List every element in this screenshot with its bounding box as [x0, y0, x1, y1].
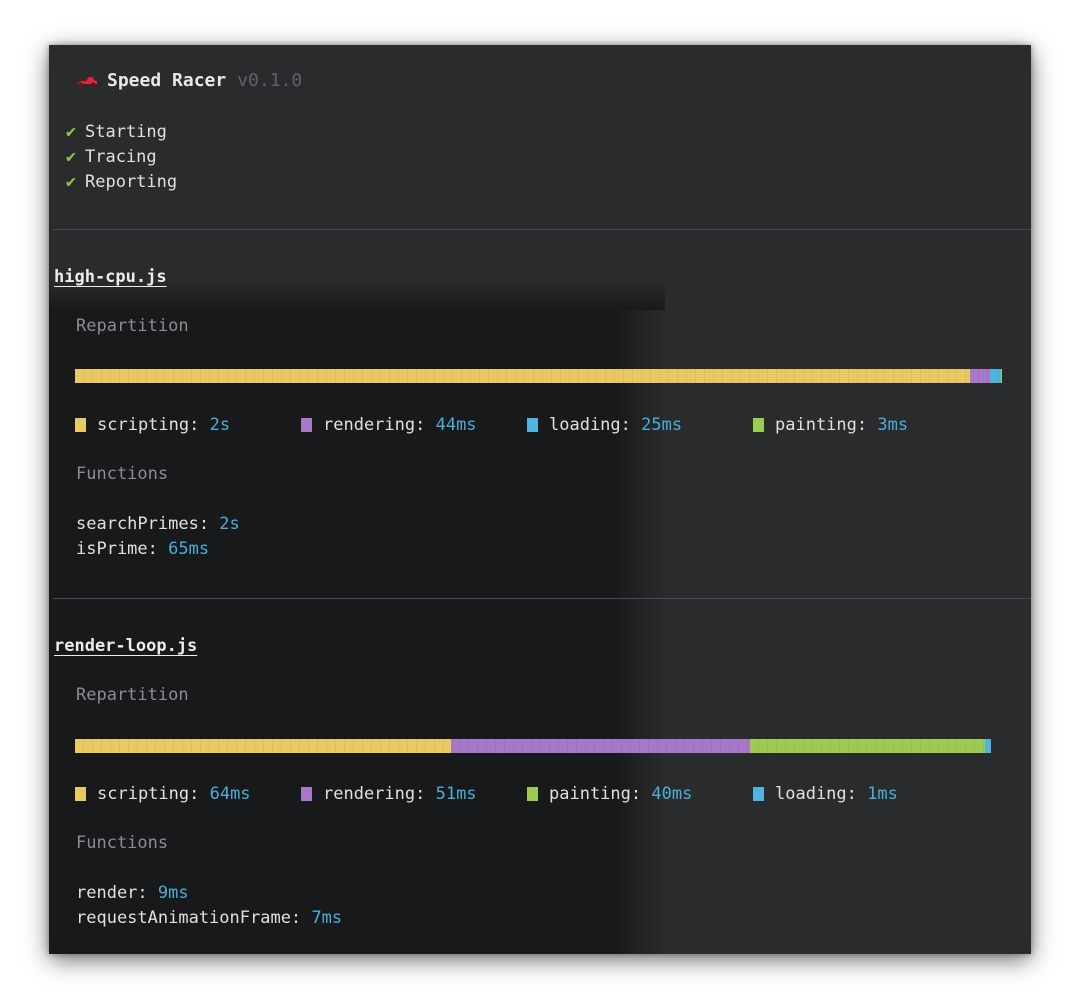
legend-label: painting: [775, 415, 878, 435]
step-item: ✔ Reporting [63, 170, 177, 195]
legend-value: 1ms [867, 784, 898, 804]
bar-segment-rendering [451, 739, 750, 753]
function-name: requestAnimationFrame: [76, 908, 312, 928]
function-row: requestAnimationFrame: 7ms [76, 906, 342, 931]
legend-value: 40ms [651, 784, 693, 804]
check-icon: ✔ [65, 172, 77, 192]
progress-steps: ✔ Starting ✔ Tracing ✔ Reporting [63, 120, 177, 195]
function-time: 7ms [311, 908, 343, 928]
function-name: searchPrimes: [76, 514, 220, 534]
function-row: render: 9ms [76, 881, 342, 906]
legend-value: 2s [209, 415, 231, 435]
legend-item-rendering: rendering: 51ms [301, 784, 527, 804]
app-version: v0.1.0 [237, 70, 303, 91]
race-car-icon [75, 73, 99, 89]
bar-segment-rendering [970, 369, 990, 383]
bar-segment-loading [990, 369, 1001, 383]
legend-swatch-icon [527, 787, 538, 801]
function-row: isPrime: 65ms [76, 537, 240, 562]
bar-segment-painting [750, 739, 985, 753]
section-divider [53, 229, 1031, 230]
legend-label: scripting: [97, 784, 210, 804]
function-name: render: [76, 883, 158, 903]
bar-segment-painting [1001, 369, 1002, 383]
section-divider [53, 598, 1031, 599]
legend-item-scripting: scripting: 64ms [75, 784, 301, 804]
function-row: searchPrimes: 2s [76, 512, 240, 537]
report-file-title: render-loop.js [54, 636, 198, 656]
step-label: Starting [85, 122, 167, 142]
function-time: 65ms [168, 539, 210, 559]
legend-swatch-icon [75, 418, 86, 432]
legend-label: rendering: [323, 784, 436, 804]
repartition-bar [75, 369, 1002, 383]
functions-list: searchPrimes: 2s isPrime: 65ms [76, 512, 240, 562]
step-label: Reporting [85, 172, 178, 192]
legend-swatch-icon [301, 787, 312, 801]
repartition-legend: scripting: 64ms rendering: 51ms painting: … [75, 784, 979, 804]
repartition-legend: scripting: 2s rendering: 44ms loading: 25m… [75, 415, 979, 435]
repartition-label: Repartition [76, 685, 189, 705]
legend-value: 3ms [877, 415, 909, 435]
step-item: ✔ Tracing [63, 145, 177, 170]
repartition-label: Repartition [76, 316, 189, 336]
functions-label: Functions [76, 464, 169, 484]
report-file-title: high-cpu.js [54, 267, 167, 287]
functions-list: render: 9ms requestAnimationFrame: 7ms [76, 881, 342, 931]
legend-value: 25ms [641, 415, 683, 435]
legend-label: loading: [549, 415, 642, 435]
legend-item-scripting: scripting: 2s [75, 415, 301, 435]
legend-value: 51ms [435, 784, 477, 804]
check-icon: ✔ [65, 147, 77, 167]
function-name: isPrime: [76, 539, 169, 559]
function-time: 2s [219, 514, 240, 534]
legend-item-loading: loading: 1ms [753, 784, 979, 804]
legend-label: loading: [775, 784, 868, 804]
legend-swatch-icon [527, 418, 538, 432]
functions-label: Functions [76, 833, 169, 853]
bar-segment-scripting [75, 739, 451, 753]
legend-swatch-icon [301, 418, 312, 432]
legend-swatch-icon [75, 787, 86, 801]
step-label: Tracing [85, 147, 157, 167]
legend-label: scripting: [97, 415, 210, 435]
terminal-window: Speed Racer v0.1.0 ✔ Starting ✔ Tracing … [49, 45, 1031, 954]
legend-swatch-icon [753, 418, 764, 432]
legend-value: 64ms [209, 784, 251, 804]
function-time: 9ms [157, 883, 189, 903]
app-name: Speed Racer [107, 70, 227, 91]
step-item: ✔ Starting [63, 120, 177, 145]
legend-item-painting: painting: 40ms [527, 784, 753, 804]
legend-item-loading: loading: 25ms [527, 415, 753, 435]
repartition-bar [75, 739, 991, 753]
terminal-output: Speed Racer v0.1.0 ✔ Starting ✔ Tracing … [49, 45, 1031, 954]
legend-label: painting: [549, 784, 652, 804]
check-icon: ✔ [65, 122, 77, 142]
legend-swatch-icon [753, 787, 764, 801]
legend-item-rendering: rendering: 44ms [301, 415, 527, 435]
bar-segment-scripting [75, 369, 970, 383]
legend-label: rendering: [323, 415, 436, 435]
bar-segment-loading [985, 739, 991, 753]
app-header: Speed Racer v0.1.0 [75, 70, 302, 91]
legend-value: 44ms [435, 415, 477, 435]
legend-item-painting: painting: 3ms [753, 415, 979, 435]
